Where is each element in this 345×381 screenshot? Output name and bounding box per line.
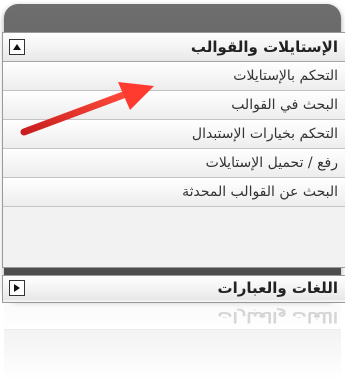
languages-phrases-panel: اللغات والعبارات xyxy=(2,275,345,303)
menu-item-label: البحث عن القوالب المحدثة xyxy=(182,184,338,200)
styles-panel-title: الإستايلات والقوالب xyxy=(190,38,338,56)
menu-item-search-templates[interactable]: البحث في القوالب xyxy=(3,91,345,120)
reflection-effect: اللغات والعبارات xyxy=(4,302,341,381)
reflection-title: اللغات والعبارات xyxy=(217,308,338,326)
menu-item-search-updated-templates[interactable]: البحث عن القوالب المحدثة xyxy=(3,178,345,207)
menu-item-label: التحكم بالإستايلات xyxy=(233,68,338,84)
menu-item-label: التحكم بخيارات الإستبدال xyxy=(191,126,338,142)
collapse-up-icon[interactable] xyxy=(9,39,25,55)
expand-right-icon[interactable] xyxy=(9,280,25,296)
menu-item-manage-styles[interactable]: التحكم بالإستايلات xyxy=(3,62,345,91)
languages-panel-title: اللغات والعبارات xyxy=(217,279,338,297)
styles-templates-panel: الإستايلات والقوالب التحكم بالإستايلات ا… xyxy=(2,32,345,268)
styles-panel-header[interactable]: الإستايلات والقوالب xyxy=(3,33,345,62)
languages-panel-header[interactable]: اللغات والعبارات xyxy=(3,276,345,300)
menu-item-label: البحث في القوالب xyxy=(231,97,338,113)
menu-item-replacement-options[interactable]: التحكم بخيارات الإستبدال xyxy=(3,120,345,149)
menu-item-label: رفع / تحميل الإستايلات xyxy=(205,155,338,171)
reflection-header: اللغات والعبارات xyxy=(4,305,341,329)
reflection-panel: اللغات والعبارات xyxy=(4,302,341,330)
menu-item-upload-download-styles[interactable]: رفع / تحميل الإستايلات xyxy=(3,149,345,178)
